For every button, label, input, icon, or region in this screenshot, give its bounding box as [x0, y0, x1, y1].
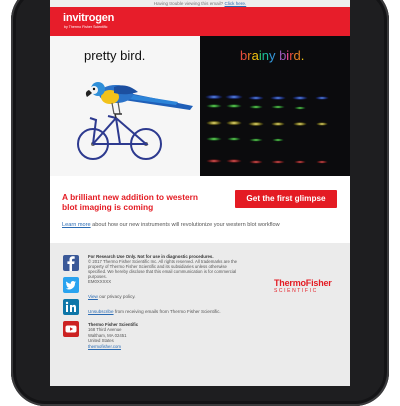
- brainy-bird-caption: brainy bird.: [240, 48, 304, 63]
- brainy-bird-char: n: [261, 48, 269, 63]
- thermo-fisher-logo[interactable]: ThermoFisher SCIENTIFIC: [274, 279, 332, 295]
- facebook-icon[interactable]: [63, 255, 79, 271]
- unsubscribe-link[interactable]: Unsubscribe: [88, 309, 114, 314]
- privacy-policy-line: View our privacy policy.: [88, 294, 136, 299]
- invitrogen-header: invitrogen by Thermo Fisher Scientific: [50, 7, 350, 36]
- brainy-bird-char: d: [293, 48, 301, 63]
- pretty-bird-caption: pretty bird.: [84, 48, 146, 63]
- view-online-text: Having trouble viewing this email?: [153, 1, 224, 6]
- email-code: EM0XXXXX: [88, 279, 112, 285]
- unsubscribe-line: Unsubscribe from receiving emails from T…: [88, 309, 221, 314]
- hero-banner[interactable]: pretty bird. brainy bird.: [50, 36, 350, 176]
- brainy-bird-char: .: [300, 48, 305, 63]
- learn-more-link[interactable]: Learn more: [62, 222, 91, 228]
- parrot-on-bicycle-image: [77, 82, 193, 160]
- get-first-glimpse-button[interactable]: Get the first glimpse: [235, 190, 337, 208]
- linkedin-icon[interactable]: [63, 299, 79, 315]
- thermo-fisher-logo-name: ThermoFisher: [274, 278, 332, 288]
- learn-more-text: about how our new instruments will revol…: [90, 222, 280, 228]
- disclaimer-body: © 2017 Thermo Fisher Scientific Inc. All…: [88, 259, 238, 280]
- unsubscribe-text: from receiving emails from Thermo Fisher…: [113, 309, 221, 314]
- email-screen: Having trouble viewing this email? Click…: [50, 0, 350, 386]
- view-online-link[interactable]: Click here.: [225, 1, 247, 6]
- disclaimer-text: For Research Use Only. Not for use in di…: [88, 254, 242, 285]
- website-link[interactable]: thermofisher.com: [88, 344, 121, 349]
- company-address: Thermo Fisher Scientific 168 Third Avenu…: [88, 322, 138, 349]
- invitrogen-logo-sub: by Thermo Fisher Scientific: [64, 25, 108, 29]
- twitter-icon[interactable]: [63, 277, 79, 293]
- brainy-bird-char: a: [251, 48, 259, 63]
- promo-headline: A brilliant new addition to western blot…: [62, 192, 199, 212]
- youtube-icon[interactable]: [63, 321, 79, 337]
- privacy-policy-link[interactable]: View: [88, 294, 98, 299]
- hero-right-panel: brainy bird.: [200, 36, 350, 176]
- view-online-bar: Having trouble viewing this email? Click…: [50, 0, 350, 7]
- email-footer: For Research Use Only. Not for use in di…: [50, 243, 350, 386]
- invitrogen-logo[interactable]: invitrogen: [63, 13, 114, 24]
- thermo-fisher-logo-sub: SCIENTIFIC: [274, 288, 318, 294]
- hero-left-panel: pretty bird.: [50, 36, 200, 176]
- privacy-policy-text: our privacy policy.: [97, 294, 136, 299]
- learn-more-line: Learn more about how our new instruments…: [62, 222, 350, 229]
